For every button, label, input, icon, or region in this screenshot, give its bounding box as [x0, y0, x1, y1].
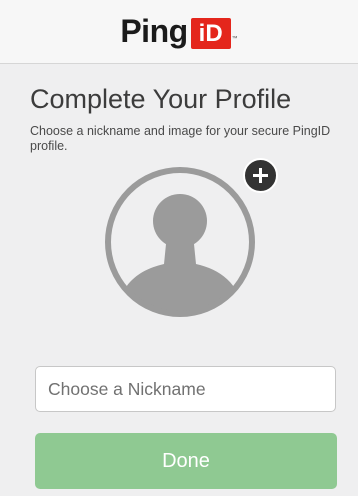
app-header: Ping iD ™ [0, 0, 358, 64]
page-title: Complete Your Profile [30, 84, 292, 114]
add-photo-button[interactable] [243, 158, 278, 193]
avatar-body [114, 244, 246, 313]
plus-icon [253, 168, 268, 183]
page-subtitle: Choose a nickname and image for your sec… [30, 124, 331, 153]
user-silhouette-icon[interactable] [104, 166, 256, 318]
logo-trademark: ™ [231, 36, 238, 42]
pingid-logo: Ping iD ™ [120, 13, 238, 50]
logo-text: Ping [120, 13, 188, 49]
logo-badge: iD [190, 18, 231, 49]
avatar-head [153, 194, 207, 248]
nickname-input[interactable] [35, 366, 336, 412]
done-button[interactable]: Done [35, 433, 337, 489]
